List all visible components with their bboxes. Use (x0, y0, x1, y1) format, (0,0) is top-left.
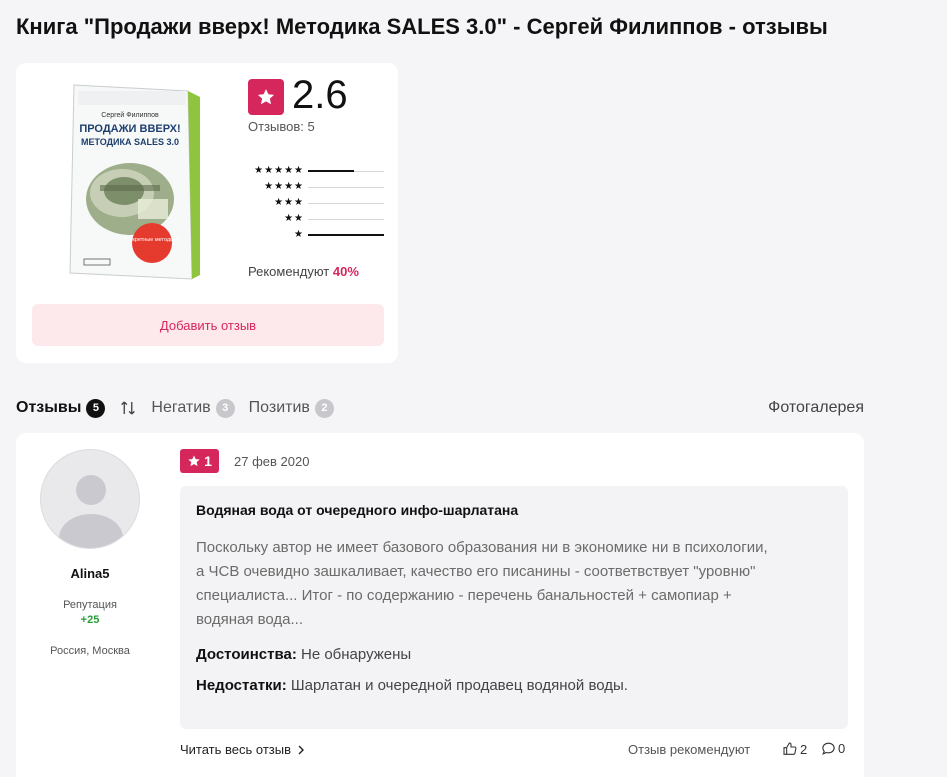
star-icon (257, 89, 275, 105)
star-icons-3: ★★★ (274, 197, 304, 208)
user-avatar-icon[interactable] (40, 449, 140, 549)
star-icons-4: ★★★★ (264, 181, 304, 192)
recommend-stat: Рекомендуют 40% (248, 264, 359, 279)
tab-positive-count: 2 (314, 398, 334, 418)
cover-title-line2: МЕТОДИКА SALES 3.0 (81, 137, 179, 147)
rating-star-badge (248, 79, 284, 115)
distribution-fill (308, 169, 354, 172)
recommend-label: Рекомендуют (248, 264, 330, 279)
tab-negative-count: 3 (215, 398, 235, 418)
book-cover-image[interactable]: Сергей Филиппов ПРОДАЖИ ВВЕРХ! МЕТОДИКА … (64, 81, 202, 281)
distribution-row-5[interactable]: ★★★★★ (248, 163, 384, 179)
comments-button[interactable]: 0 (821, 741, 845, 756)
cover-author: Сергей Филиппов (101, 111, 159, 119)
reviews-count: Отзывов: 5 (248, 119, 315, 134)
review-username[interactable]: Alina5 (40, 566, 140, 581)
tab-negative[interactable]: Негатив 3 (151, 398, 235, 418)
review-tabs: Отзывы 5 Негатив 3 Позитив 2 Фотогалерея (16, 396, 864, 420)
tab-photo-gallery[interactable]: Фотогалерея (768, 399, 864, 417)
add-review-button[interactable]: Добавить отзыв (32, 304, 384, 346)
cons-text: Шарлатан и очередной продавец водяной во… (286, 677, 628, 694)
user-location: Россия, Москва (50, 645, 130, 657)
cover-title-line1: ПРОДАЖИ ВВЕРХ! (79, 123, 180, 135)
average-rating: 2.6 (292, 73, 348, 117)
distribution-bar (308, 218, 384, 220)
review-text: Поскольку автор не имеет базового образо… (196, 539, 768, 628)
page-title: Книга "Продажи вверх! Методика SALES 3.0… (16, 14, 828, 39)
distribution-bar (308, 169, 384, 172)
review-title[interactable]: Водяная вода от очередного инфо-шарлатан… (196, 502, 832, 518)
distribution-bar (308, 186, 384, 188)
cons-label: Недостатки: (196, 677, 287, 694)
chevron-right-icon (298, 745, 305, 754)
review-pros: Достоинства: Не обнаружены (196, 646, 832, 663)
review-score: 1 (204, 453, 212, 469)
tab-reviews-count: 5 (86, 398, 106, 418)
star-icons-5: ★★★★★ (254, 165, 304, 176)
distribution-fill (308, 233, 384, 236)
distribution-bar (308, 202, 384, 204)
distribution-row-4[interactable]: ★★★★ (248, 179, 384, 195)
distribution-row-2[interactable]: ★★ (248, 211, 384, 227)
like-button[interactable]: 2 (782, 741, 807, 757)
money-roll-illustration (86, 163, 174, 235)
distribution-bar (308, 233, 384, 236)
pros-label: Достоинства: (196, 646, 297, 663)
read-more-label: Читать весь отзыв (180, 742, 292, 757)
rating-summary-card: Сергей Филиппов ПРОДАЖИ ВВЕРХ! МЕТОДИКА … (16, 63, 398, 363)
tab-reviews[interactable]: Отзывы 5 (16, 398, 106, 418)
thumb-up-icon (783, 742, 797, 755)
review-body: Водяная вода от очередного инфо-шарлатан… (180, 486, 848, 729)
distribution-row-3[interactable]: ★★★ (248, 195, 384, 211)
read-full-review-link[interactable]: Читать весь отзыв (180, 742, 305, 757)
comments-count: 0 (838, 741, 846, 756)
sort-icon[interactable] (119, 399, 137, 417)
reputation-label: Репутация (63, 599, 117, 611)
star-icons-1: ★ (294, 229, 304, 240)
review-date: 27 фев 2020 (234, 454, 310, 469)
pros-text: Не обнаружены (296, 646, 412, 663)
tab-reviews-label: Отзывы (16, 399, 82, 416)
review-score-badge: 1 (180, 449, 219, 473)
tab-positive-label: Позитив (248, 399, 310, 416)
reputation-value: +25 (80, 614, 100, 626)
rating-distribution: ★★★★★ ★★★★ ★★★ ★★ ★ (248, 163, 384, 243)
recommend-value: 40% (332, 264, 359, 279)
review-cons: Недостатки: Шарлатан и очередной продаве… (196, 677, 832, 694)
likes-count: 2 (800, 741, 808, 757)
tab-negative-label: Негатив (151, 399, 211, 416)
star-icons-2: ★★ (284, 213, 304, 224)
review-recommended-label: Отзыв рекомендуют (628, 742, 751, 757)
review-card: Alina5 Репутация +25 Россия, Москва 1 27… (16, 433, 864, 777)
tab-positive[interactable]: Позитив 2 (248, 398, 334, 418)
comment-icon (822, 742, 835, 755)
star-icon (188, 455, 200, 467)
cover-badge-text: Секретные методики (125, 237, 178, 243)
distribution-row-1[interactable]: ★ (248, 227, 384, 243)
